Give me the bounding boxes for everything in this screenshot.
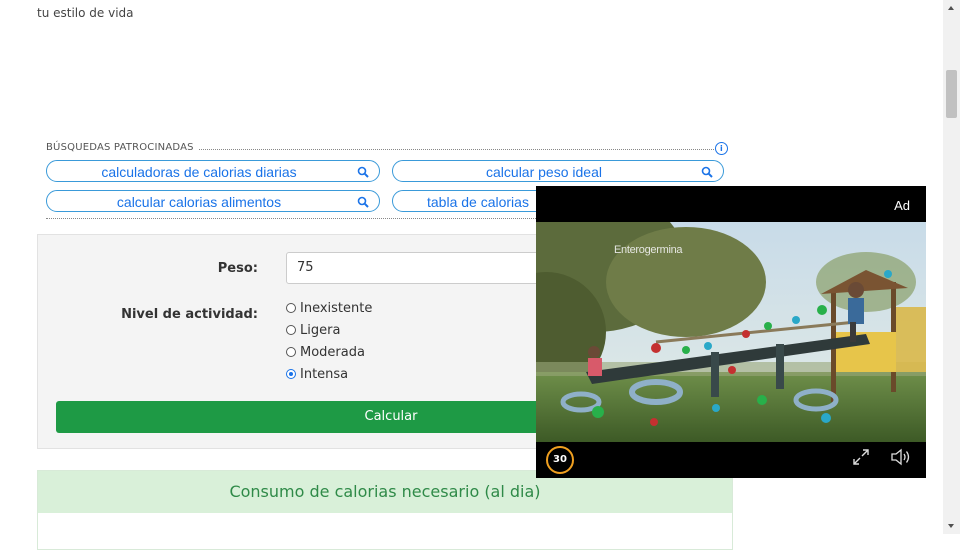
volume-icon[interactable] [890, 448, 912, 466]
video-frame[interactable]: Enterogermina [536, 222, 926, 442]
scroll-up-arrow-icon[interactable] [943, 0, 960, 17]
sponsored-pill-peso-ideal[interactable]: calcular peso ideal [392, 160, 724, 182]
ad-label: Ad [894, 198, 910, 213]
scroll-down-arrow-icon[interactable] [943, 517, 960, 534]
pill-label: calcular peso ideal [486, 164, 602, 180]
sponsored-searches: BÚSQUEDAS PATROCINADAS i calculadoras de… [46, 142, 728, 219]
option-label: Ligera [300, 323, 341, 338]
radio-icon[interactable] [286, 347, 296, 357]
activity-option-moderada[interactable]: Moderada [286, 343, 365, 363]
video-ad-player[interactable]: Ad Enterogermina 30 [536, 186, 926, 478]
info-icon[interactable]: i [715, 142, 728, 155]
search-icon [357, 166, 369, 178]
sponsored-pill-calorias-alimentos[interactable]: calcular calorias alimentos [46, 190, 380, 212]
activity-option-ligera[interactable]: Ligera [286, 321, 340, 341]
pill-label: calcular calorias alimentos [116, 194, 282, 210]
weight-label: Peso: [217, 261, 258, 276]
countdown-timer: 30 [546, 446, 574, 474]
intro-text: tu estilo de vida [37, 6, 134, 20]
playground-scene-image [536, 222, 926, 442]
sponsored-header: BÚSQUEDAS PATROCINADAS i [46, 142, 728, 156]
search-icon [701, 166, 713, 178]
activity-label: Nivel de actividad: [121, 307, 258, 322]
sponsored-heading: BÚSQUEDAS PATROCINADAS [46, 142, 198, 153]
sponsored-pill-calculadoras[interactable]: calculadoras de calorias diarias [46, 160, 380, 182]
brand-watermark: Enterogermina [614, 244, 683, 256]
activity-option-inexistente[interactable]: Inexistente [286, 299, 372, 319]
option-label: Moderada [300, 345, 365, 360]
radio-icon[interactable] [286, 303, 296, 313]
scrollbar-thumb[interactable] [946, 70, 957, 118]
activity-option-intensa[interactable]: Intensa [286, 365, 348, 385]
radio-checked-icon[interactable] [286, 369, 296, 379]
expand-icon[interactable] [852, 448, 870, 466]
result-box: Consumo de calorias necesario (al dia) [37, 470, 733, 550]
option-label: Intensa [300, 367, 349, 382]
search-icon [357, 196, 369, 208]
radio-icon[interactable] [286, 325, 296, 335]
pill-label: calculadoras de calorias diarias [101, 164, 297, 180]
scrollbar[interactable] [943, 0, 960, 534]
option-label: Inexistente [300, 301, 373, 316]
